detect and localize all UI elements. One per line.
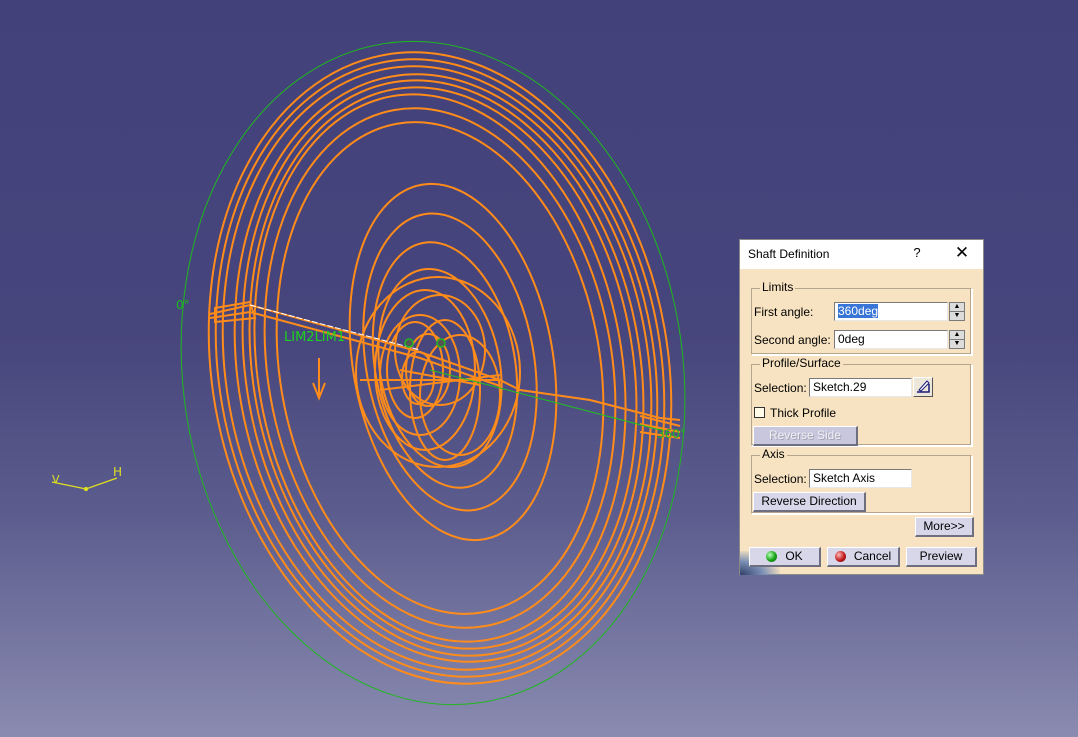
cancel-button[interactable]: Cancel (827, 547, 900, 567)
reverse-side-button[interactable]: Reverse Side (753, 426, 858, 446)
dialog-titlebar[interactable]: Shaft Definition ? ✕ (740, 240, 983, 269)
thick-profile-checkbox[interactable] (754, 407, 765, 418)
ok-icon (766, 551, 778, 562)
limits-legend: Limits (760, 280, 796, 294)
limits-marker-label[interactable]: LIM2LIM1 (284, 330, 345, 345)
cancel-icon (834, 551, 846, 562)
shaft-profile-geometry[interactable] (160, 15, 720, 721)
axis-group: Axis Selection: Sketch Axis Reverse Dire… (751, 447, 972, 514)
compass-icon (51, 477, 118, 492)
spin-up-icon[interactable]: ▲ (950, 331, 964, 340)
profile-surface-group: Profile/Surface Selection: Sketch.29 Thi… (751, 356, 972, 446)
axis-selection-value: Sketch Axis (813, 471, 876, 485)
shaft-definition-dialog: Shaft Definition ? ✕ Limits First angle:… (739, 239, 984, 575)
reverse-direction-button[interactable]: Reverse Direction (753, 492, 866, 512)
close-button[interactable]: ✕ (952, 243, 972, 263)
ok-label: OK (785, 549, 803, 563)
profile-selection-label: Selection: (754, 381, 807, 395)
ok-button[interactable]: OK (749, 547, 821, 567)
start-angle-label: 0° (176, 298, 190, 312)
profile-legend: Profile/Surface (760, 356, 843, 370)
second-angle-label: Second angle: (754, 333, 831, 347)
limit-marker-2[interactable] (436, 338, 446, 348)
first-angle-spinner[interactable]: ▲ ▼ (949, 302, 965, 321)
compass-v-label: V (52, 473, 60, 486)
profile-selection-field[interactable]: Sketch.29 (809, 378, 912, 397)
axis-selection-label: Selection: (754, 472, 807, 486)
second-angle-value: 0deg (838, 332, 865, 346)
first-angle-value: 360deg (838, 304, 879, 318)
preview-button[interactable]: Preview (906, 547, 977, 567)
first-angle-label: First angle: (754, 305, 814, 319)
axis-selection-field[interactable]: Sketch Axis (809, 469, 912, 488)
spin-down-icon[interactable]: ▼ (950, 312, 964, 320)
end-angle-label: 360° (657, 427, 686, 441)
second-angle-field[interactable]: 0deg (834, 330, 948, 349)
limits-group: Limits First angle: 360deg ▲ ▼ Second an… (751, 280, 972, 355)
more-button[interactable]: More>> (915, 517, 974, 537)
compass-h-label: H (113, 465, 123, 479)
dialog-title: Shaft Definition (748, 247, 830, 261)
first-angle-field[interactable]: 360deg (834, 302, 948, 321)
profile-selection-value: Sketch.29 (813, 380, 867, 394)
thick-profile-label[interactable]: Thick Profile (770, 406, 836, 420)
help-button[interactable]: ? (910, 245, 924, 263)
second-angle-spinner[interactable]: ▲ ▼ (949, 330, 965, 349)
spin-down-icon[interactable]: ▼ (950, 340, 964, 348)
limit-marker-1[interactable] (404, 338, 414, 348)
axis-legend: Axis (760, 447, 787, 461)
spin-up-icon[interactable]: ▲ (950, 303, 964, 312)
sketcher-edit-icon[interactable] (913, 377, 933, 397)
cancel-label: Cancel (853, 549, 892, 563)
